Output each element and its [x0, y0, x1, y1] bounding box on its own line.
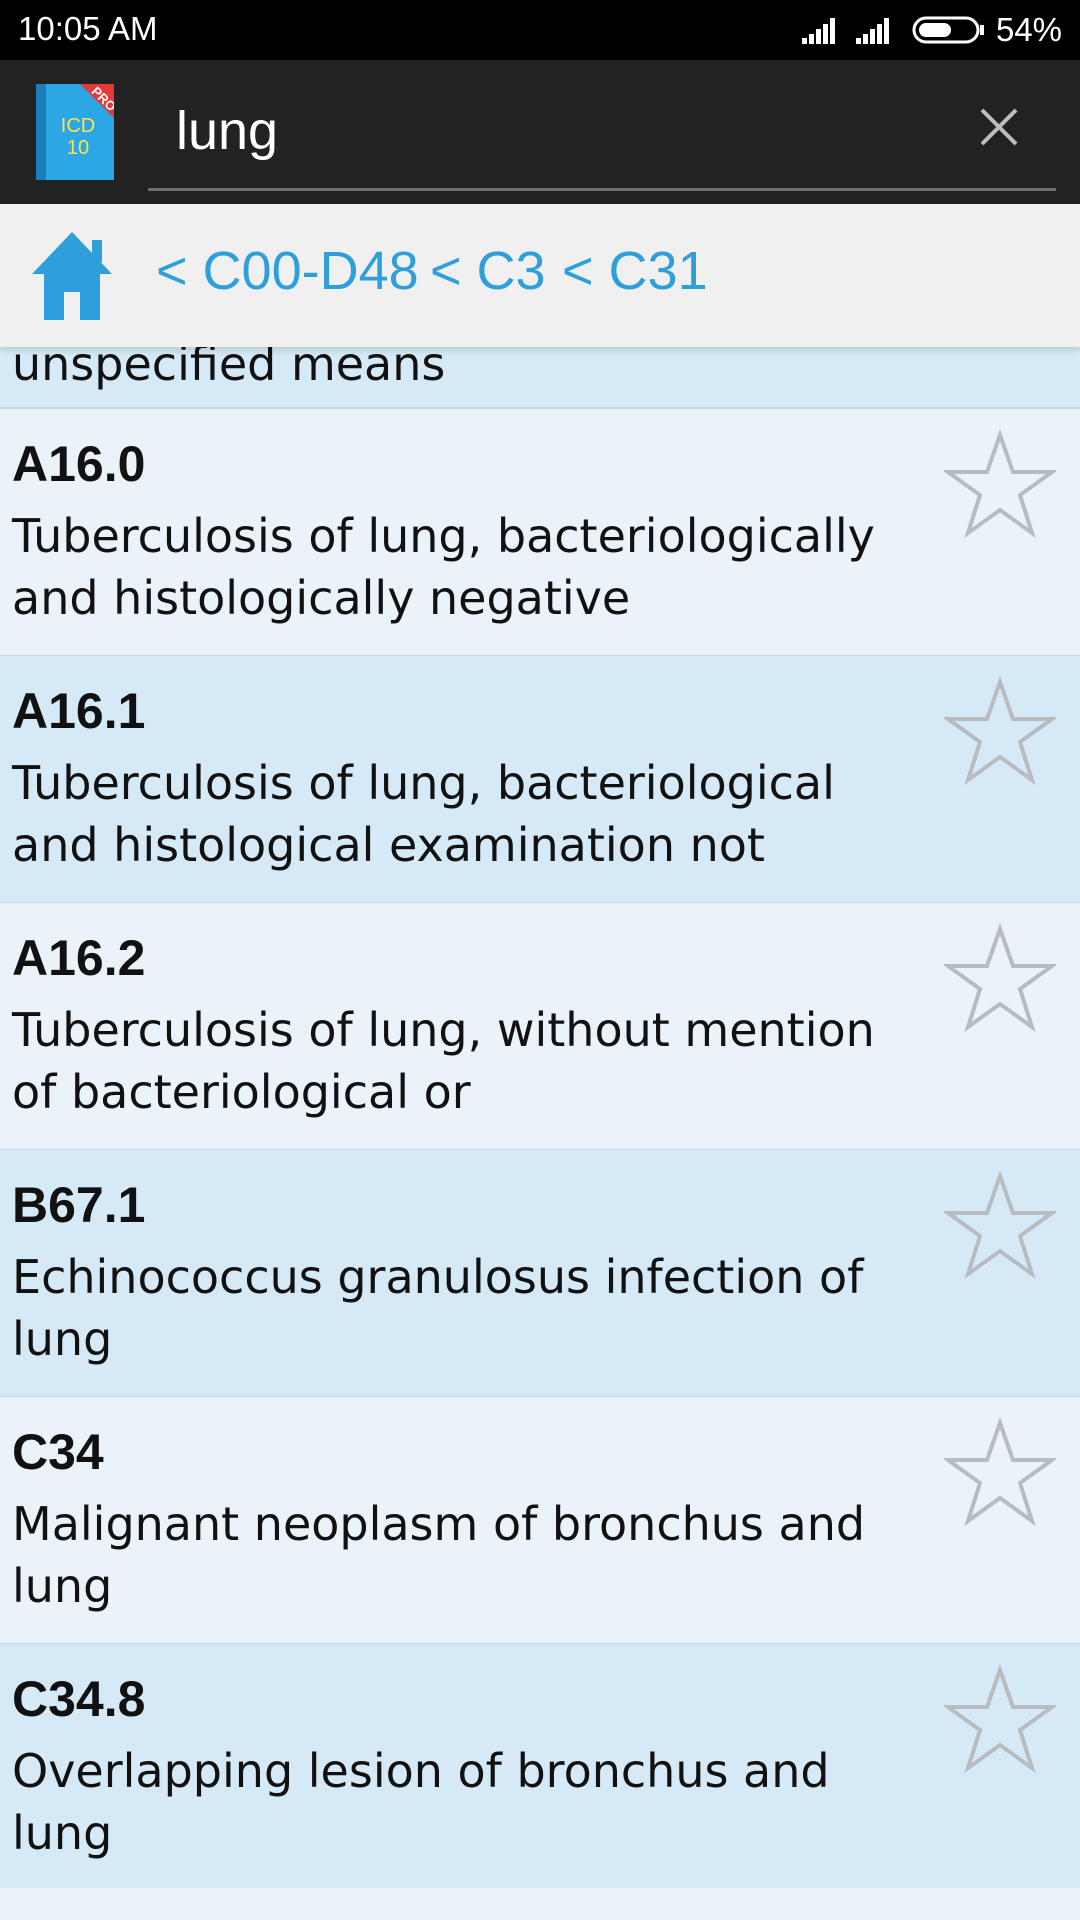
- star-icon[interactable]: [944, 1170, 1056, 1282]
- list-item[interactable]: A16.1 Tuberculosis of lung, bacteriologi…: [0, 656, 1080, 904]
- breadcrumb-c3[interactable]: < C3: [430, 240, 546, 302]
- list-item[interactable]: [0, 1888, 1080, 1920]
- icd-code: C34: [12, 1424, 104, 1480]
- icd-description: Malignant neoplasm of bronchus and lung: [12, 1497, 866, 1613]
- star-icon[interactable]: [944, 1664, 1056, 1776]
- battery-percent: 54%: [995, 11, 1062, 48]
- battery-icon: [912, 16, 984, 44]
- results-list[interactable]: unspecified means A16.0 Tuberculosis of …: [0, 347, 1080, 1920]
- icd-code: C34.8: [12, 1671, 146, 1727]
- list-item[interactable]: unspecified means: [0, 347, 1080, 409]
- star-icon[interactable]: [944, 1417, 1056, 1529]
- list-item[interactable]: B67.1 Echinococcus granulosus infection …: [0, 1150, 1080, 1398]
- list-item[interactable]: C34 Malignant neoplasm of bronchus and l…: [0, 1397, 1080, 1645]
- icd-description: Echinococcus granulosus infection of lun…: [12, 1250, 864, 1366]
- status-bar: 10:05 AM 54%: [0, 0, 1080, 60]
- breadcrumb-c00-d48[interactable]: < C00-D48: [156, 240, 419, 302]
- search-query[interactable]: lung: [176, 100, 278, 162]
- list-item-description: unspecified means: [12, 347, 446, 391]
- icd-description: Tuberculosis of lung, bacteriological an…: [12, 756, 835, 872]
- app-logo-icon[interactable]: PRO ICD 10: [36, 84, 114, 180]
- icd-code: A16.0: [12, 436, 146, 492]
- icd-description: Tuberculosis of lung, without mention of…: [12, 1003, 875, 1119]
- breadcrumb: < C00-D48 < C3 < C31: [0, 204, 1080, 347]
- icd-description: Tuberculosis of lung, bacteriologically …: [12, 509, 875, 625]
- app-bar: PRO ICD 10 lung: [0, 60, 1080, 204]
- list-item[interactable]: C34.8 Overlapping lesion of bronchus and…: [0, 1644, 1080, 1892]
- list-item[interactable]: A16.2 Tuberculosis of lung, without ment…: [0, 903, 1080, 1151]
- signal-icon-2: [855, 18, 889, 44]
- icd-code: A16.2: [12, 930, 146, 986]
- logo-text-line2: 10: [67, 137, 89, 159]
- home-icon[interactable]: [28, 228, 116, 324]
- signal-icon: [801, 18, 835, 44]
- breadcrumb-c31[interactable]: < C31: [562, 240, 708, 302]
- list-item[interactable]: A16.0 Tuberculosis of lung, bacteriologi…: [0, 409, 1080, 657]
- icd-code: B67.1: [12, 1177, 146, 1233]
- search-input[interactable]: lung: [148, 60, 1056, 191]
- star-icon[interactable]: [944, 676, 1056, 788]
- status-icons: 54%: [801, 10, 1062, 50]
- logo-text-line1: ICD: [61, 115, 95, 137]
- icd-code: A16.1: [12, 683, 146, 739]
- star-icon[interactable]: [944, 923, 1056, 1035]
- close-icon[interactable]: [978, 106, 1020, 148]
- icd-description: Overlapping lesion of bronchus and lung: [12, 1744, 830, 1860]
- star-icon[interactable]: [944, 429, 1056, 541]
- status-time: 10:05 AM: [18, 10, 158, 47]
